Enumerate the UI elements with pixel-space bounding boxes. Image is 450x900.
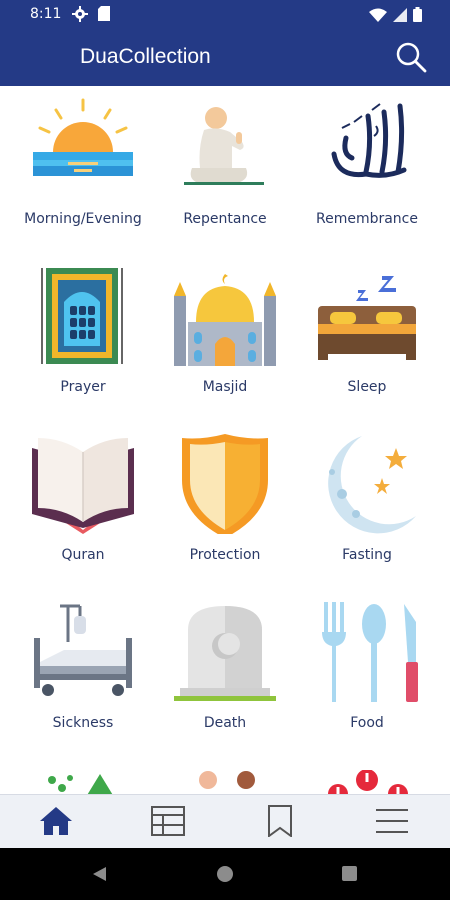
- category-sickness[interactable]: Sickness: [8, 590, 158, 758]
- nav-table[interactable]: [112, 795, 224, 849]
- category-protection[interactable]: Protection: [150, 422, 300, 590]
- category-morning-evening[interactable]: Morning/Evening: [8, 86, 158, 254]
- category-quran[interactable]: Quran: [8, 422, 158, 590]
- open-book-icon: [28, 434, 138, 534]
- category-prayer[interactable]: Prayer: [8, 254, 158, 422]
- battery-icon: [413, 7, 422, 26]
- category-label: Morning/Evening: [24, 211, 142, 227]
- sd-card-icon: [98, 6, 110, 26]
- category-repentance[interactable]: Repentance: [150, 86, 300, 254]
- home-circle-icon[interactable]: [217, 866, 233, 882]
- category-partial-1[interactable]: [8, 758, 158, 794]
- category-partial-2[interactable]: [150, 758, 300, 794]
- sunrise-icon: [28, 98, 138, 198]
- category-grid: Morning/Evening Repentance Remembrance P…: [0, 86, 450, 794]
- category-death[interactable]: Death: [150, 590, 300, 758]
- category-label: Death: [203, 715, 247, 731]
- category-label: Prayer: [60, 379, 106, 395]
- category-label: Masjid: [202, 379, 248, 395]
- category-label: Sickness: [52, 715, 114, 731]
- gravestone-icon: [170, 602, 280, 702]
- nav-home[interactable]: [0, 795, 112, 849]
- category-remembrance[interactable]: Remembrance: [292, 86, 442, 254]
- crescent-moon-icon: [312, 434, 422, 534]
- back-icon[interactable]: [92, 866, 108, 887]
- category-label: Sleep: [347, 379, 387, 395]
- mosque-icon: [170, 266, 280, 366]
- signal-icon: [393, 7, 407, 26]
- category-label: Quran: [61, 547, 105, 563]
- category-fasting[interactable]: Fasting: [292, 422, 442, 590]
- alert-icon: [312, 769, 422, 794]
- nav-bookmark[interactable]: [224, 795, 336, 849]
- cutlery-icon: [312, 602, 422, 702]
- bed-icon: [312, 266, 422, 366]
- category-label: Food: [350, 715, 384, 731]
- category-sleep[interactable]: Sleep: [292, 254, 442, 422]
- app-bar: DuaCollection: [0, 30, 450, 86]
- app-title: DuaCollection: [80, 45, 211, 68]
- hospital-bed-icon: [28, 602, 138, 702]
- wifi-icon: [369, 7, 387, 26]
- category-label: Remembrance: [315, 211, 418, 227]
- category-masjid[interactable]: Masjid: [150, 254, 300, 422]
- category-label: Protection: [189, 547, 261, 563]
- category-label: Repentance: [183, 211, 267, 227]
- shield-icon: [170, 434, 280, 538]
- system-navigation-bar: [0, 848, 450, 900]
- status-bar: 8:11: [0, 0, 450, 30]
- category-label: Fasting: [342, 547, 392, 563]
- category-partial-3[interactable]: [292, 758, 442, 794]
- search-icon[interactable]: [394, 40, 428, 74]
- praying-person-icon: [170, 98, 280, 198]
- prayer-rug-icon: [28, 266, 138, 366]
- bottom-navigation: [0, 794, 450, 849]
- gear-icon: [72, 6, 88, 26]
- status-time: 8:11: [30, 6, 62, 22]
- recents-icon[interactable]: [342, 866, 357, 881]
- plant-icon: [28, 770, 138, 794]
- nav-menu[interactable]: [336, 795, 448, 849]
- allah-calligraphy-icon: [312, 98, 422, 198]
- category-food[interactable]: Food: [292, 590, 442, 758]
- people-icon: [170, 770, 280, 794]
